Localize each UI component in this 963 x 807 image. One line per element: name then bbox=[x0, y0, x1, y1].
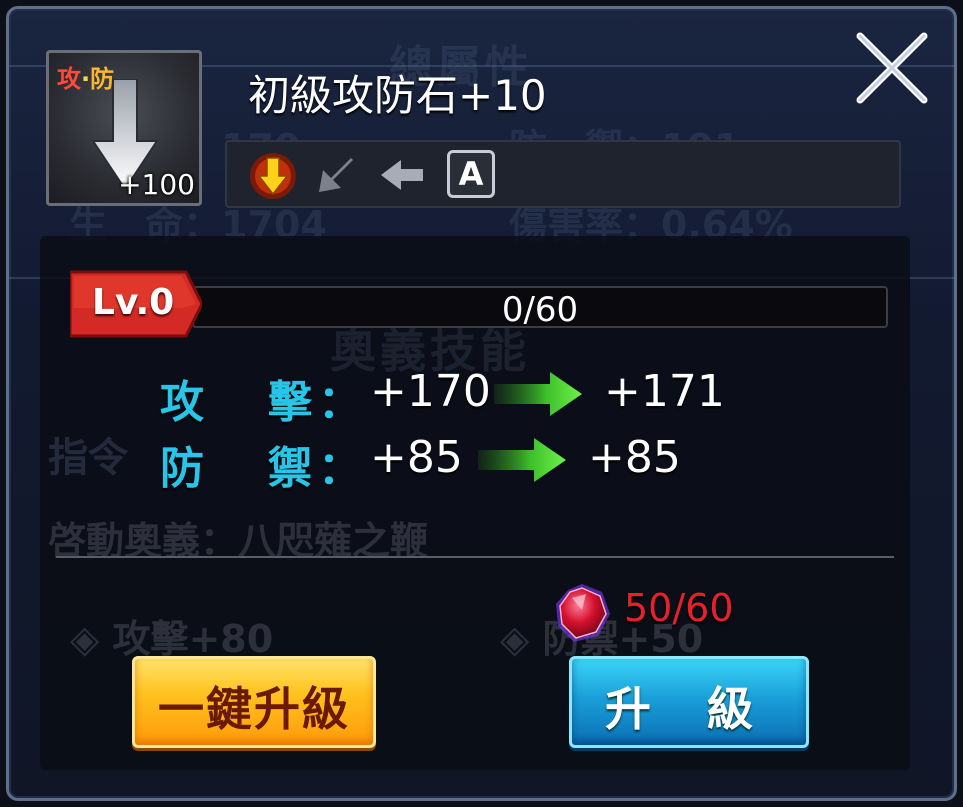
tag-separator: · bbox=[81, 65, 91, 93]
red-gem-icon bbox=[556, 584, 610, 642]
defense-current-value: +85 bbox=[370, 432, 463, 483]
divider bbox=[56, 556, 894, 558]
background-command-label: 指令 bbox=[48, 435, 128, 481]
attack-colon: ： bbox=[318, 377, 362, 428]
item-icon[interactable]: 攻·防 +100 bbox=[46, 50, 202, 206]
down-left-arrow-icon bbox=[319, 158, 353, 192]
defense-label-2: 禦 bbox=[268, 443, 312, 494]
one-click-upgrade-button[interactable]: 一鍵升級 bbox=[132, 656, 376, 748]
down-arrow-icon bbox=[250, 153, 296, 199]
green-arrow-icon bbox=[494, 372, 582, 416]
item-count: +100 bbox=[118, 168, 195, 201]
progress-text: 0/60 bbox=[501, 290, 579, 330]
close-button[interactable] bbox=[850, 28, 934, 108]
command-input-bar: A bbox=[225, 140, 901, 208]
attack-label-2: 擊 bbox=[268, 377, 312, 428]
left-arrow-icon bbox=[381, 160, 423, 190]
defense-colon: ： bbox=[318, 443, 362, 494]
upgrade-label: 升 級 bbox=[604, 682, 773, 736]
close-icon bbox=[856, 32, 928, 104]
a-key-icon: A bbox=[447, 150, 495, 198]
defense-next-value: +85 bbox=[588, 432, 681, 483]
attack-label-1: 攻 bbox=[160, 377, 204, 428]
background-bonus-left: ◈ 攻擊+80 bbox=[70, 617, 274, 661]
upgrade-button[interactable]: 升 級 bbox=[569, 656, 809, 748]
defense-label-1: 防 bbox=[160, 443, 204, 494]
item-name: 初級攻防石+10 bbox=[248, 71, 547, 120]
attack-tag: 攻 bbox=[57, 65, 81, 93]
green-arrow-icon bbox=[478, 438, 566, 482]
attack-next-value: +171 bbox=[604, 366, 725, 417]
attack-current-value: +170 bbox=[370, 366, 491, 417]
level-label: Lv.0 bbox=[92, 282, 175, 323]
material-cost: 50/60 bbox=[624, 586, 734, 630]
one-click-upgrade-label: 一鍵升級 bbox=[158, 682, 350, 736]
level-badge: Lv.0 bbox=[70, 268, 202, 340]
level-progress-bar: 0/60 bbox=[192, 286, 888, 330]
